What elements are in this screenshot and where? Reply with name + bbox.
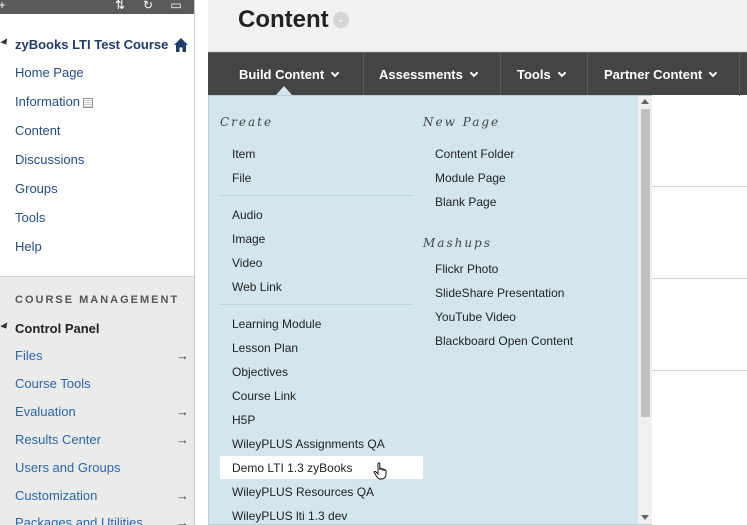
refresh-icon[interactable]: ↻ [136, 0, 160, 12]
menu-item-flickr-photo[interactable]: Flickr Photo [435, 262, 498, 276]
partner-content-button[interactable]: Partner Content [604, 53, 718, 96]
arrow-right-icon[interactable]: → [176, 432, 189, 447]
menu-item-module-page[interactable]: Module Page [435, 171, 506, 185]
course-management-heading: COURSE MANAGEMENT [15, 294, 180, 306]
content-divider [652, 370, 747, 371]
nav-item-label[interactable]: Information [15, 94, 80, 109]
nav-item-help[interactable]: Help [15, 239, 42, 254]
collapse-icon[interactable]: ▭ [164, 0, 188, 12]
content-divider [652, 186, 747, 187]
menu-item-wileyplus-lti-dev[interactable]: WileyPLUS lti 1.3 dev [232, 509, 347, 523]
build-content-label[interactable]: Build Content [239, 67, 324, 82]
divider [500, 53, 501, 96]
hidden-content-icon [83, 97, 94, 108]
menu-item-file[interactable]: File [232, 171, 251, 185]
menu-item-item[interactable]: Item [232, 147, 255, 161]
menu-item-image[interactable]: Image [232, 232, 265, 246]
tools-button[interactable]: Tools [517, 53, 566, 96]
home-icon[interactable] [173, 37, 189, 53]
chevron-down-icon[interactable] [557, 68, 566, 78]
menu-item-wileyplus-resources-qa[interactable]: WileyPLUS Resources QA [232, 485, 374, 499]
page-header: Content ⌄ [208, 0, 747, 52]
tools-label[interactable]: Tools [517, 67, 551, 82]
menu-item-audio[interactable]: Audio [232, 208, 263, 222]
menu-item-learning-module[interactable]: Learning Module [232, 317, 321, 331]
cp-item-results-center[interactable]: Results Center [15, 432, 101, 447]
expand-caret-icon[interactable] [0, 322, 10, 331]
chevron-down-icon[interactable] [469, 68, 479, 78]
menu-item-course-link[interactable]: Course Link [232, 389, 296, 403]
menu-item-content-folder[interactable]: Content Folder [435, 147, 514, 161]
new-page-heading: New Page [423, 115, 501, 129]
arrow-right-icon[interactable]: → [176, 348, 189, 363]
menu-item-youtube-video[interactable]: YouTube Video [435, 310, 516, 324]
course-title-row[interactable]: zyBooks LTI Test Course [0, 34, 194, 56]
scroll-down-arrow-icon[interactable] [641, 515, 649, 520]
menu-divider [220, 195, 413, 196]
nav-item-groups[interactable]: Groups [15, 181, 58, 196]
course-management-panel: COURSE MANAGEMENT Control Panel Files → … [0, 276, 194, 525]
divider [587, 53, 588, 96]
hand-cursor-icon [373, 462, 387, 480]
scroll-thumb[interactable] [641, 109, 650, 417]
nav-item-tools[interactable]: Tools [15, 210, 45, 225]
menu-item-blank-page[interactable]: Blank Page [435, 195, 496, 209]
expand-caret-icon[interactable] [0, 38, 10, 47]
dropdown-scrollbar[interactable] [638, 96, 652, 524]
nav-item-home-page[interactable]: Home Page [15, 65, 84, 80]
menu-item-wileyplus-assignments-qa[interactable]: WileyPLUS Assignments QA [232, 437, 385, 451]
menu-item-h5p[interactable]: H5P [232, 413, 255, 427]
chevron-down-icon[interactable]: ⌄ [333, 12, 349, 28]
cp-item-packages-and-utilities[interactable]: Packages and Utilities [15, 515, 143, 525]
nav-item-discussions[interactable]: Discussions [15, 152, 84, 167]
assessments-button[interactable]: Assessments [379, 53, 479, 96]
nav-item-content[interactable]: Content [15, 123, 61, 138]
cp-item-customization[interactable]: Customization [15, 488, 97, 503]
arrow-right-icon[interactable]: → [176, 488, 189, 503]
scroll-up-arrow-icon[interactable] [641, 99, 649, 104]
control-panel-heading[interactable]: Control Panel [15, 321, 100, 336]
menu-item-objectives[interactable]: Objectives [232, 365, 288, 379]
partner-content-label[interactable]: Partner Content [604, 67, 702, 82]
cp-item-files[interactable]: Files [15, 348, 42, 363]
nav-item-information[interactable]: Information [15, 94, 94, 109]
divider [739, 53, 740, 96]
cp-item-course-tools[interactable]: Course Tools [15, 376, 91, 391]
course-title[interactable]: zyBooks LTI Test Course [15, 37, 168, 52]
build-content-dropdown: Create Item File Audio Image Video Web L… [208, 95, 652, 525]
mashups-heading: Mashups [423, 236, 492, 250]
assessments-label[interactable]: Assessments [379, 67, 463, 82]
arrow-right-icon[interactable]: → [176, 515, 189, 525]
create-heading: Create [220, 115, 274, 129]
menu-item-video[interactable]: Video [232, 256, 262, 270]
chevron-down-icon[interactable] [330, 68, 340, 78]
menu-pointer [276, 86, 292, 95]
divider [363, 53, 364, 96]
cp-item-evaluation[interactable]: Evaluation [15, 404, 76, 419]
course-menu-sidebar: + ⇅ ↻ ▭ zyBooks LTI Test Course Home Pag… [0, 0, 195, 525]
menu-divider [220, 304, 413, 305]
menu-item-web-link[interactable]: Web Link [232, 280, 282, 294]
page-title: Content [238, 6, 329, 33]
course-menu-toolbar: + ⇅ ↻ ▭ [0, 0, 194, 14]
menu-item-lesson-plan[interactable]: Lesson Plan [232, 341, 298, 355]
cp-item-users-and-groups[interactable]: Users and Groups [15, 460, 121, 475]
chevron-down-icon[interactable] [708, 68, 718, 78]
menu-item-demo-lti-zybooks[interactable]: Demo LTI 1.3 zyBooks [232, 461, 353, 475]
sort-icon[interactable]: ⇅ [108, 0, 132, 12]
menu-item-slideshare-presentation[interactable]: SlideShare Presentation [435, 286, 564, 300]
arrow-right-icon[interactable]: → [176, 404, 189, 419]
add-icon[interactable]: + [0, 0, 14, 12]
menu-item-blackboard-open-content[interactable]: Blackboard Open Content [435, 334, 573, 348]
content-divider [652, 278, 747, 279]
